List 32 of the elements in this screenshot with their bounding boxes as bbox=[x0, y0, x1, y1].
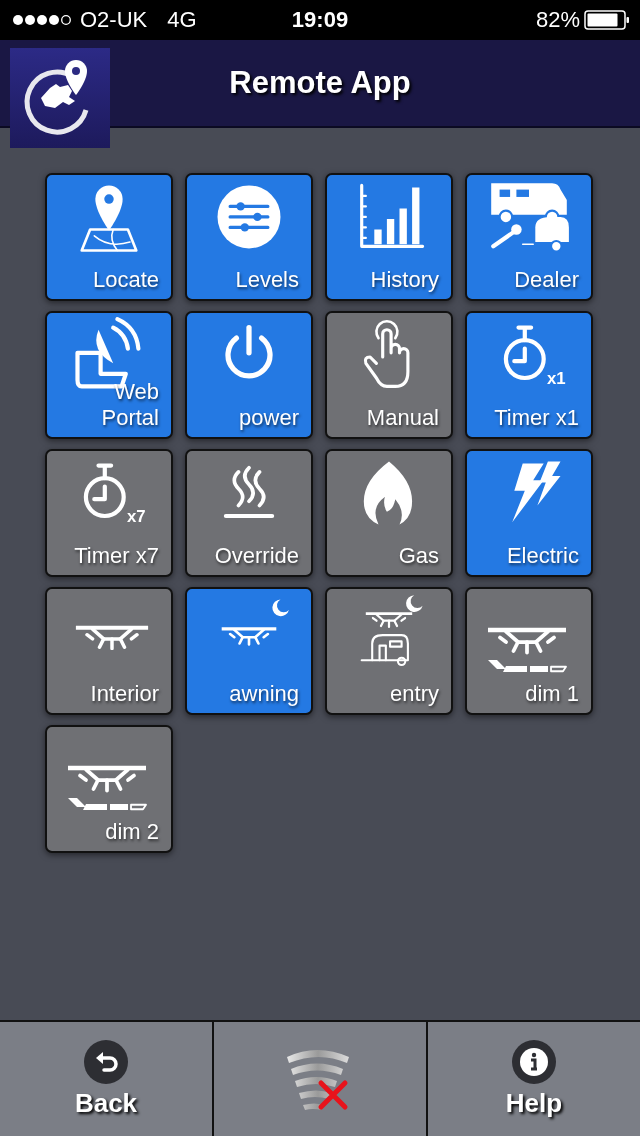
back-button[interactable]: Back bbox=[0, 1022, 212, 1136]
tile-button[interactable]: Dealer bbox=[465, 173, 593, 301]
tile-button[interactable]: Web Portal bbox=[45, 311, 173, 439]
battery-icon bbox=[584, 10, 630, 30]
tile-button[interactable]: dim 2 bbox=[45, 725, 173, 853]
tile-button[interactable]: Levels bbox=[185, 173, 313, 301]
back-icon bbox=[84, 1039, 128, 1084]
light-dimmer-icon bbox=[65, 765, 149, 813]
signal-icon bbox=[12, 14, 74, 26]
carrier-name: O2-UK bbox=[80, 7, 148, 33]
light-dimmer-icon bbox=[485, 627, 569, 675]
tile-button[interactable]: x1 Timer x1 bbox=[465, 311, 593, 439]
tile-button[interactable]: Interior bbox=[45, 587, 173, 715]
tile-button[interactable]: Electric bbox=[465, 449, 593, 577]
help-button[interactable]: Help bbox=[428, 1022, 640, 1136]
tile-button[interactable]: Gas bbox=[325, 449, 453, 577]
tile-button[interactable]: Manual bbox=[325, 311, 453, 439]
battery-percent: 82% bbox=[535, 7, 580, 33]
connection-button[interactable] bbox=[214, 1022, 426, 1136]
ceiling-light-icon bbox=[73, 625, 151, 650]
tile-button[interactable]: Override bbox=[185, 449, 313, 577]
tile-button[interactable]: awning bbox=[185, 587, 313, 715]
tile-button[interactable]: Locate bbox=[45, 173, 173, 301]
clock: 19:09 bbox=[290, 7, 350, 33]
tile-button[interactable]: entry bbox=[325, 587, 453, 715]
tile-button[interactable]: x7 Timer x7 bbox=[45, 449, 173, 577]
tile-button[interactable]: History bbox=[325, 173, 453, 301]
network-type: 4G bbox=[167, 7, 197, 33]
tile-button[interactable]: dim 1 bbox=[465, 587, 593, 715]
info-icon bbox=[512, 1039, 556, 1084]
tile-button[interactable]: power bbox=[185, 311, 313, 439]
app-title: Remote App bbox=[229, 65, 411, 101]
